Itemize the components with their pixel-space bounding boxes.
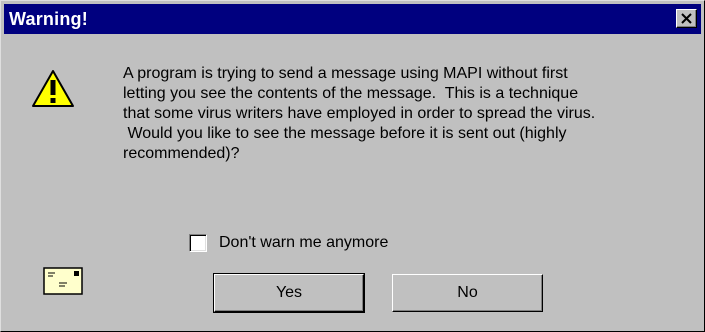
message-line: recommended)?	[123, 145, 240, 162]
title-bar[interactable]: Warning!	[4, 4, 701, 34]
message-line: that some virus writers have employed in…	[123, 105, 596, 122]
dont-warn-option[interactable]: Don't warn me anymore	[189, 232, 388, 254]
message-line: Would you like to see the message before…	[123, 125, 567, 142]
window-title: Warning!	[9, 9, 88, 29]
close-icon	[681, 13, 692, 24]
dont-warn-label[interactable]: Don't warn me anymore	[219, 234, 388, 252]
warning-message: A program is trying to send a message us…	[123, 64, 683, 164]
no-button[interactable]: No	[392, 274, 543, 312]
warning-dialog: Warning! A program is trying to send a m…	[0, 0, 705, 332]
warning-triangle-icon	[32, 70, 74, 107]
close-button[interactable]	[676, 9, 697, 28]
yes-button[interactable]: Yes	[213, 273, 365, 313]
envelope-icon	[43, 267, 83, 295]
dont-warn-checkbox[interactable]	[189, 234, 207, 252]
message-line: letting you see the contents of the mess…	[123, 85, 579, 102]
message-line: A program is trying to send a message us…	[123, 65, 568, 82]
